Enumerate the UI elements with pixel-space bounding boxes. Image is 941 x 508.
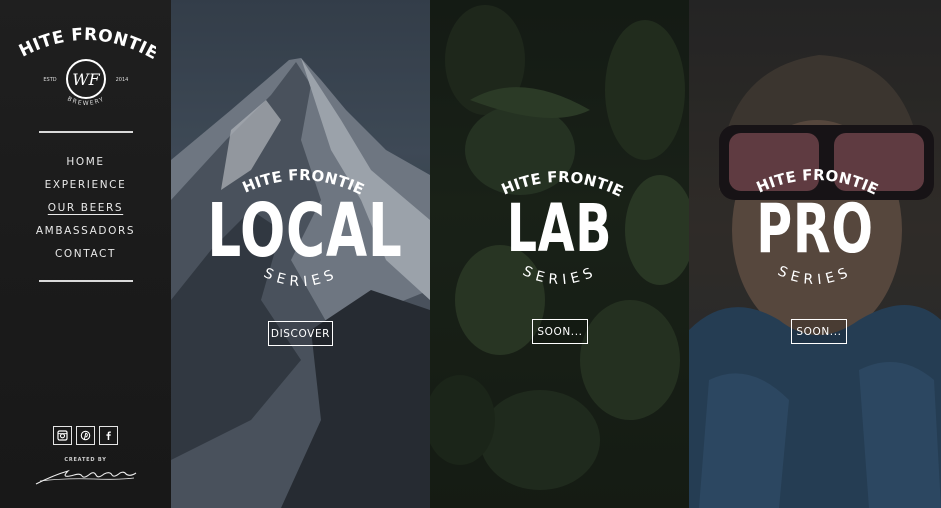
series-title: PRO xyxy=(756,190,874,269)
sidebar-divider-top xyxy=(38,131,133,133)
series-label: SERIES xyxy=(261,265,340,290)
soon-button[interactable]: SOON... xyxy=(532,319,588,344)
soon-button[interactable]: SOON... xyxy=(791,319,847,344)
nav-item-contact[interactable]: CONTACT xyxy=(55,243,116,266)
panel-lab-series[interactable]: WHITE FRONTIER LAB SERIES SOON... xyxy=(430,0,689,508)
credit-signature[interactable] xyxy=(34,465,138,487)
panel-local-series[interactable]: WHITE FRONTIER LOCAL SERIES DISCOVER xyxy=(171,0,430,508)
sidebar: WHITE FRONTIER WF ESTD 2014 BREWERY HOME… xyxy=(0,0,171,508)
nav-item-experience[interactable]: EXPERIENCE xyxy=(45,174,127,197)
discover-button[interactable]: DISCOVER xyxy=(268,321,333,346)
instagram-icon[interactable] xyxy=(53,426,72,445)
series-title: LAB xyxy=(506,190,613,267)
logo-monogram: WF xyxy=(72,70,100,89)
svg-text:WHITE FRONTIER: WHITE FRONTIER xyxy=(16,24,156,64)
nav-item-our-beers[interactable]: OUR BEERS xyxy=(48,197,123,220)
sidebar-divider-bottom xyxy=(38,280,133,282)
social-links xyxy=(53,426,118,445)
series-label: SERIES xyxy=(775,263,854,288)
logo-year: 2014 xyxy=(115,77,128,83)
pinterest-icon[interactable] xyxy=(76,426,95,445)
svg-text:SERIES: SERIES xyxy=(261,265,340,290)
svg-text:SERIES: SERIES xyxy=(520,263,599,288)
logo-name: WHITE FRONTIER xyxy=(16,24,156,64)
nav-item-home[interactable]: HOME xyxy=(66,151,104,174)
credit-label: CREATED BY xyxy=(64,457,107,463)
credit: CREATED BY xyxy=(0,457,171,487)
main-nav: HOME EXPERIENCE OUR BEERS AMBASSADORS CO… xyxy=(36,151,135,266)
svg-text:SERIES: SERIES xyxy=(775,263,854,288)
nav-item-ambassadors[interactable]: AMBASSADORS xyxy=(36,220,135,243)
panel-pro-series[interactable]: WHITE FRONTIER PRO SERIES SOON... xyxy=(689,0,941,508)
logo-estd: ESTD xyxy=(43,77,56,83)
facebook-icon[interactable] xyxy=(99,426,118,445)
brewery-logo[interactable]: WHITE FRONTIER WF ESTD 2014 BREWERY xyxy=(16,24,156,119)
series-label: SERIES xyxy=(520,263,599,288)
